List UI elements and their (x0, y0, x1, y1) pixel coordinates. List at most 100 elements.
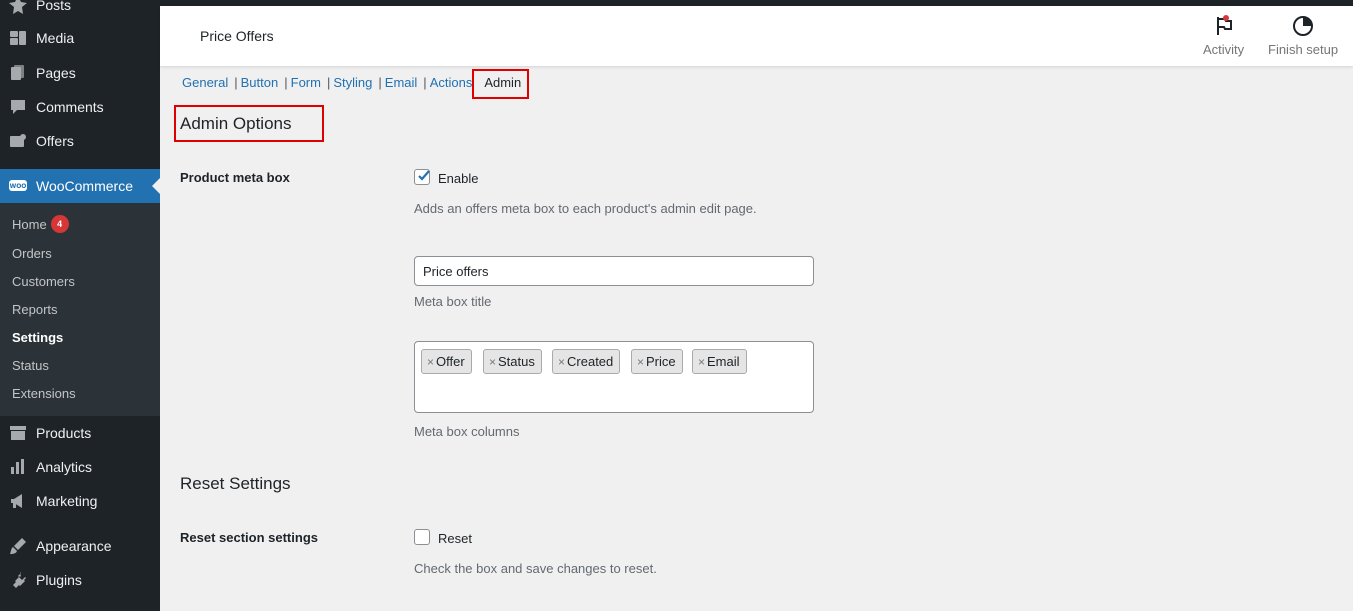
meta-box-columns-select[interactable]: × Offer × Status × Created × Price × Email (414, 341, 814, 413)
page-title: Price Offers (200, 28, 274, 44)
chip-label: Status (498, 354, 535, 369)
menu-label: Comments (36, 99, 104, 115)
media-icon (8, 28, 28, 48)
column-chip-status: × Status (483, 349, 542, 374)
remove-chip-icon[interactable]: × (558, 355, 565, 369)
menu-comments[interactable]: Comments (0, 90, 160, 124)
notification-badge: 4 (50, 215, 69, 233)
plug-icon (8, 570, 28, 590)
submenu-status[interactable]: Status (12, 354, 49, 376)
reset-checkbox[interactable] (414, 529, 430, 545)
meta-box-columns-description: Meta box columns (414, 424, 520, 439)
menu-label: Appearance (36, 538, 112, 554)
submenu-label: Reports (12, 301, 58, 317)
chip-label: Price (646, 354, 676, 369)
menu-label: Plugins (36, 572, 82, 588)
submenu-label: Orders (12, 245, 52, 261)
menu-label: Media (36, 30, 75, 46)
progress-ring-icon (1293, 16, 1314, 36)
menu-label: WooCommerce (36, 178, 133, 194)
admin-options-highlight (174, 105, 324, 142)
tab-separator: | (326, 75, 331, 90)
megaphone-icon (8, 491, 28, 511)
tab-separator: | (423, 75, 427, 90)
menu-label: Analytics (36, 459, 93, 475)
tab-email[interactable]: Email (385, 75, 418, 90)
tab-actions[interactable]: Actions (430, 75, 473, 90)
admin-sidebar: Posts Media Pages Comments Offers WOO Wo… (0, 0, 160, 611)
reset-section-label: Reset section settings (180, 530, 318, 545)
product-meta-box-label: Product meta box (180, 170, 290, 185)
checkmark-icon (418, 170, 430, 181)
admin-tab-highlight (472, 69, 529, 99)
enable-meta-box-checkbox[interactable] (414, 169, 430, 185)
submenu-label: Extensions (12, 385, 76, 401)
tab-separator: | (284, 75, 288, 90)
reset-description: Check the box and save changes to reset. (414, 561, 657, 576)
woocommerce-submenu: Home 4 Orders Customers Reports Settings… (0, 203, 160, 416)
chip-label: Email (707, 354, 740, 369)
current-menu-arrow (152, 178, 160, 194)
remove-chip-icon[interactable]: × (637, 355, 644, 369)
column-chip-price: × Price (631, 349, 683, 374)
comment-icon (8, 97, 28, 117)
tab-button[interactable]: Button (241, 75, 279, 90)
submenu-orders[interactable]: Orders (12, 242, 52, 264)
menu-label: Posts (36, 0, 72, 13)
menu-posts[interactable]: Posts (0, 0, 160, 22)
menu-woocommerce[interactable]: WOO WooCommerce (0, 169, 160, 203)
tab-separator: | (234, 75, 238, 90)
submenu-extensions[interactable]: Extensions (12, 382, 76, 404)
column-chip-offer: × Offer (421, 349, 472, 374)
svg-text:WOO: WOO (10, 183, 27, 190)
menu-label: Offers (36, 133, 74, 149)
activity-button[interactable]: Activity (1203, 14, 1244, 57)
submenu-label: Settings (12, 329, 64, 345)
flag-icon (1216, 15, 1232, 35)
remove-chip-icon[interactable]: × (489, 355, 496, 369)
remove-chip-icon[interactable]: × (698, 355, 705, 369)
chip-label: Offer (436, 354, 465, 369)
pages-icon (8, 63, 28, 83)
submenu-settings[interactable]: Settings (12, 326, 63, 348)
activity-label: Activity (1203, 42, 1245, 57)
menu-pages[interactable]: Pages (0, 56, 160, 90)
meta-box-title-input[interactable] (414, 256, 814, 286)
offers-icon (8, 131, 28, 151)
enable-label: Enable (438, 171, 479, 186)
submenu-label: Home (12, 216, 47, 232)
menu-media[interactable]: Media (0, 21, 160, 55)
submenu-home[interactable]: Home 4 (12, 213, 69, 235)
finish-setup-label: Finish setup (1268, 42, 1339, 57)
menu-label: Marketing (36, 493, 98, 509)
menu-analytics[interactable]: Analytics (0, 450, 160, 484)
tab-general[interactable]: General (182, 75, 228, 90)
menu-plugins[interactable]: Plugins (0, 563, 160, 597)
remove-chip-icon[interactable]: × (427, 355, 434, 369)
menu-label: Products (36, 425, 92, 441)
menu-marketing[interactable]: Marketing (0, 484, 160, 518)
chip-label: Created (567, 354, 614, 369)
page-header: Price Offers Activity Finish setup (160, 6, 1353, 66)
pin-icon (8, 0, 28, 15)
settings-subsection-tabs: General | Button | Form | Styling | Emai… (182, 75, 521, 90)
woo-icon: WOO (8, 176, 28, 196)
menu-appearance[interactable]: Appearance (0, 529, 160, 563)
tab-separator: | (378, 75, 382, 90)
reset-settings-heading: Reset Settings (180, 474, 291, 493)
tab-styling[interactable]: Styling (333, 75, 372, 90)
submenu-label: Customers (12, 273, 75, 289)
brush-icon (8, 536, 28, 556)
column-chip-created: × Created (552, 349, 621, 374)
submenu-reports[interactable]: Reports (12, 298, 58, 320)
tab-form[interactable]: Form (291, 75, 321, 90)
meta-box-title-description: Meta box title (414, 294, 492, 309)
column-chip-email: × Email (692, 349, 747, 374)
chart-icon (8, 457, 28, 477)
menu-offers[interactable]: Offers (0, 124, 160, 158)
submenu-label: Status (12, 357, 49, 373)
submenu-customers[interactable]: Customers (12, 270, 75, 292)
finish-setup-button[interactable]: Finish setup (1268, 14, 1338, 57)
reset-label: Reset (438, 531, 472, 546)
menu-products[interactable]: Products (0, 416, 160, 450)
